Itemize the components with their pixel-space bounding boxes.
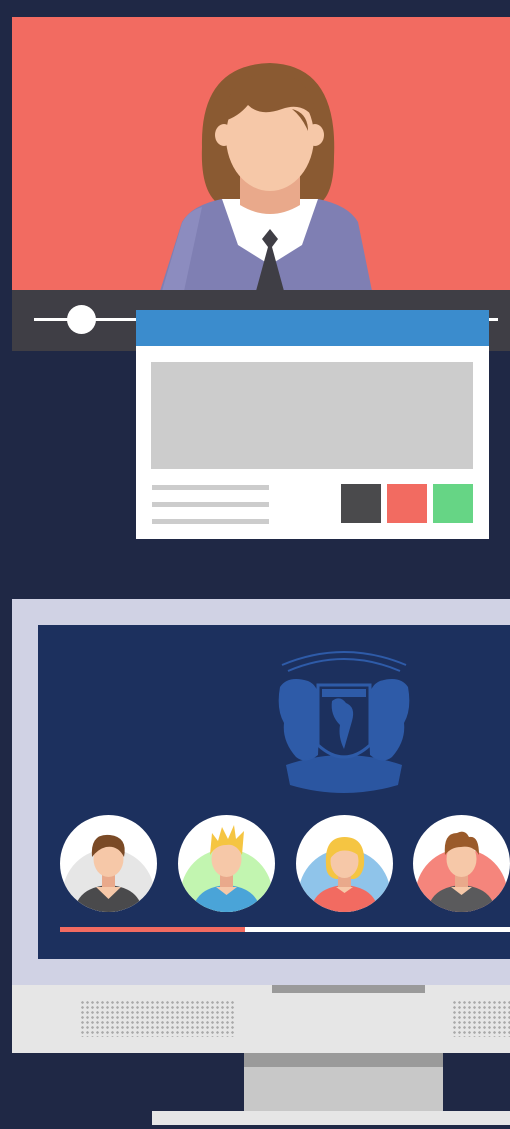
- monitor-chin: [12, 985, 510, 1053]
- text-line: [152, 519, 269, 524]
- stand-neck-top: [244, 1053, 443, 1067]
- participant-avatar[interactable]: [296, 815, 393, 912]
- dialog-titlebar[interactable]: [136, 310, 489, 346]
- user-avatar-blonde-woman-icon: [298, 837, 391, 912]
- speaker-grille: [80, 1000, 236, 1037]
- user-avatar-blond-spiky-icon: [180, 825, 273, 912]
- chin-slot: [272, 985, 425, 993]
- participant-avatar[interactable]: [60, 815, 157, 912]
- dark-square-button[interactable]: [341, 484, 381, 523]
- presenter-woman-icon: [160, 63, 372, 291]
- text-line: [152, 485, 269, 490]
- unam-seal-icon: [278, 651, 410, 793]
- red-square-button[interactable]: [387, 484, 427, 523]
- green-square-button[interactable]: [433, 484, 473, 523]
- seek-track-end[interactable]: [489, 318, 498, 321]
- progress-bar-track[interactable]: [245, 927, 510, 932]
- video-frame[interactable]: [12, 17, 510, 291]
- image-placeholder: [151, 362, 473, 469]
- dialog-window: [136, 310, 489, 539]
- monitor-stand-neck: [244, 1053, 443, 1111]
- user-avatar-brown-quiff-icon: [415, 831, 508, 912]
- user-avatar-brown-hair-icon: [62, 834, 155, 912]
- speaker-grille: [452, 1000, 510, 1037]
- monitor-stand-base: [152, 1111, 510, 1125]
- progress-bar-fill: [60, 927, 245, 932]
- seek-slider-handle[interactable]: [67, 305, 96, 334]
- participant-avatar[interactable]: [413, 815, 510, 912]
- participant-avatar[interactable]: [178, 815, 275, 912]
- text-line: [152, 502, 269, 507]
